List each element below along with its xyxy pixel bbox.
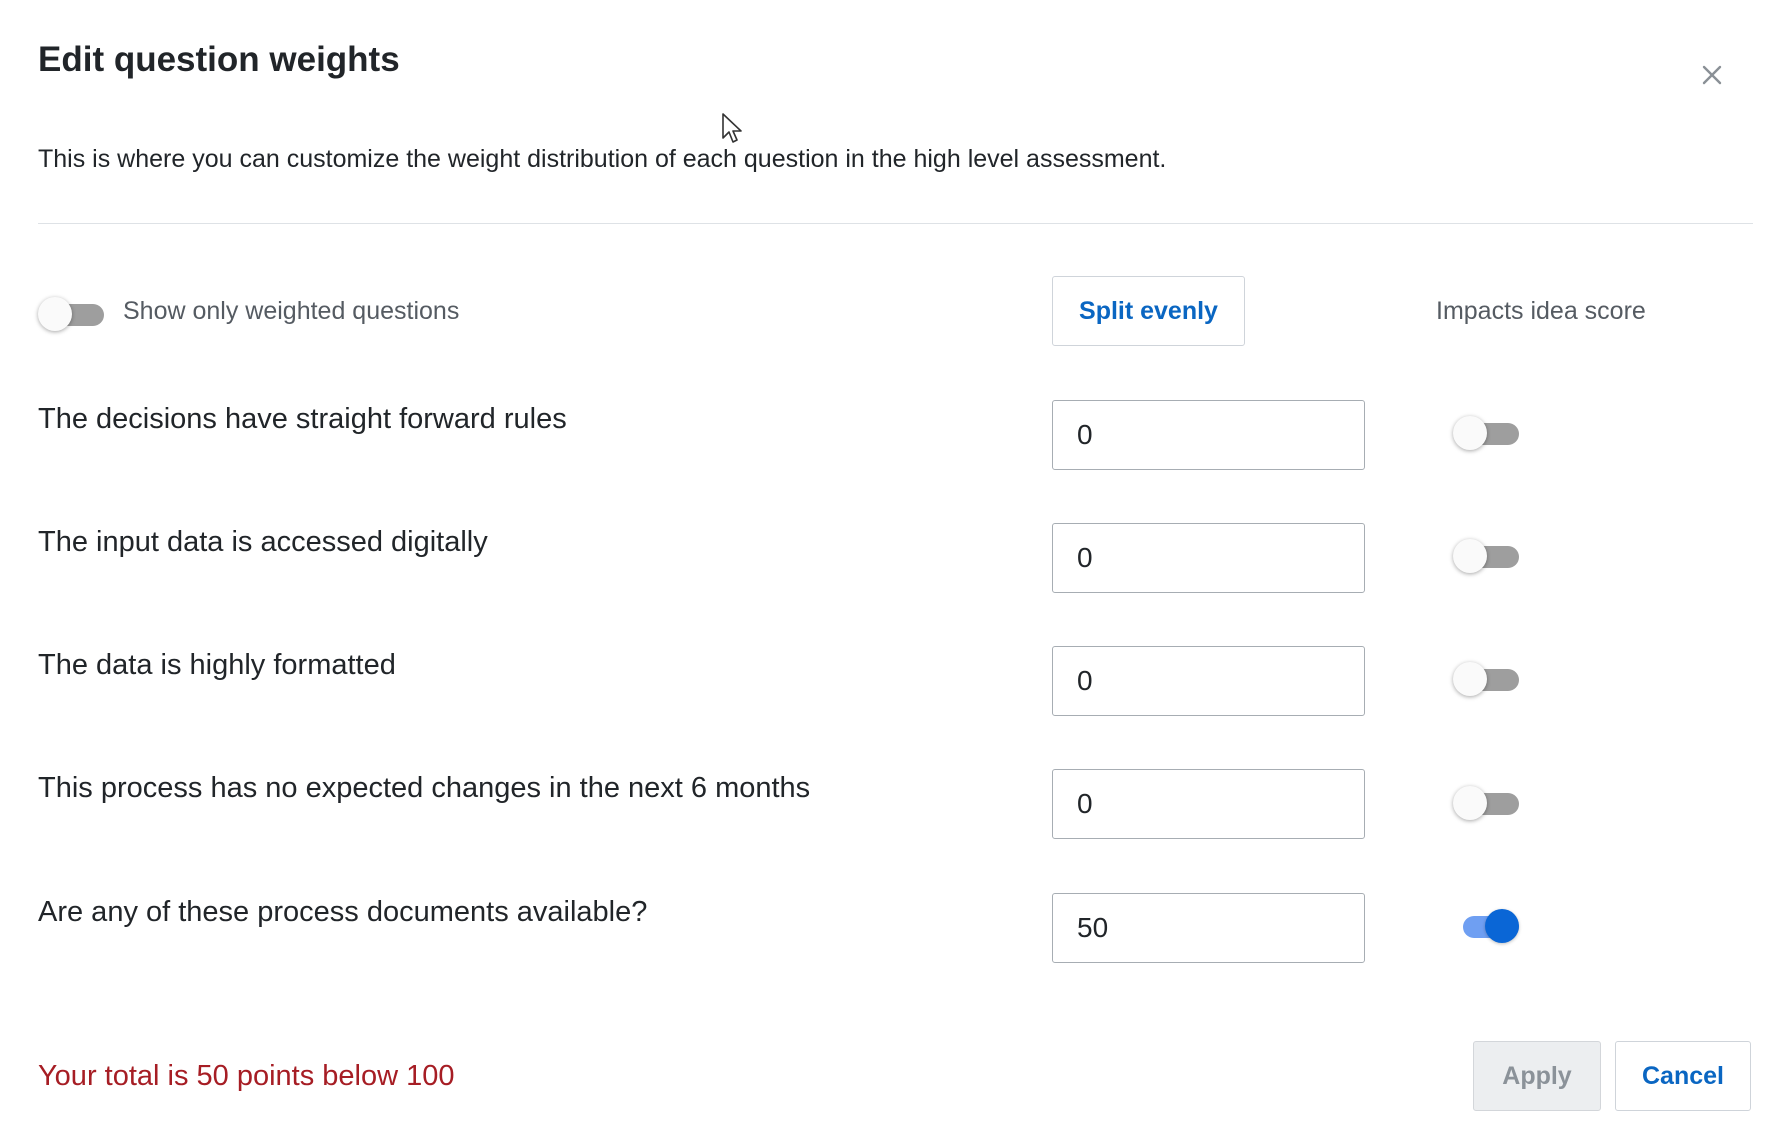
- impacts-score-toggle[interactable]: [1453, 660, 1519, 698]
- mouse-cursor-icon: [722, 113, 742, 143]
- question-text: The input data is accessed digitally: [38, 526, 488, 558]
- weight-input[interactable]: [1052, 400, 1365, 470]
- show-weighted-label: Show only weighted questions: [123, 297, 460, 325]
- question-text: The decisions have straight forward rule…: [38, 403, 567, 435]
- toggle-knob: [1453, 539, 1487, 573]
- cancel-button[interactable]: Cancel: [1615, 1041, 1751, 1111]
- show-weighted-toggle[interactable]: [38, 295, 104, 333]
- toggle-knob: [1453, 662, 1487, 696]
- toggle-knob: [1453, 416, 1487, 450]
- toggle-knob: [1453, 786, 1487, 820]
- impacts-score-header: Impacts idea score: [1436, 297, 1646, 325]
- dialog-title: Edit question weights: [38, 40, 400, 79]
- dialog-description: This is where you can customize the weig…: [38, 145, 1167, 173]
- edit-weights-dialog: Edit question weights This is where you …: [0, 0, 1781, 1148]
- impacts-score-toggle[interactable]: [1453, 907, 1519, 945]
- close-icon: [1702, 65, 1722, 85]
- toggle-knob: [1485, 909, 1519, 943]
- weight-input[interactable]: [1052, 769, 1365, 839]
- impacts-score-toggle[interactable]: [1453, 784, 1519, 822]
- question-text: The data is highly formatted: [38, 649, 396, 681]
- impacts-score-toggle[interactable]: [1453, 414, 1519, 452]
- toggle-knob: [38, 297, 72, 331]
- split-evenly-button[interactable]: Split evenly: [1052, 276, 1245, 346]
- weight-input[interactable]: [1052, 893, 1365, 963]
- impacts-score-toggle[interactable]: [1453, 537, 1519, 575]
- weight-input[interactable]: [1052, 523, 1365, 593]
- total-warning-message: Your total is 50 points below 100: [38, 1060, 455, 1092]
- header-divider: [38, 223, 1753, 224]
- weight-input[interactable]: [1052, 646, 1365, 716]
- apply-button[interactable]: Apply: [1473, 1041, 1601, 1111]
- close-button[interactable]: [1695, 58, 1729, 92]
- question-text: Are any of these process documents avail…: [38, 896, 648, 928]
- question-text: This process has no expected changes in …: [38, 772, 811, 804]
